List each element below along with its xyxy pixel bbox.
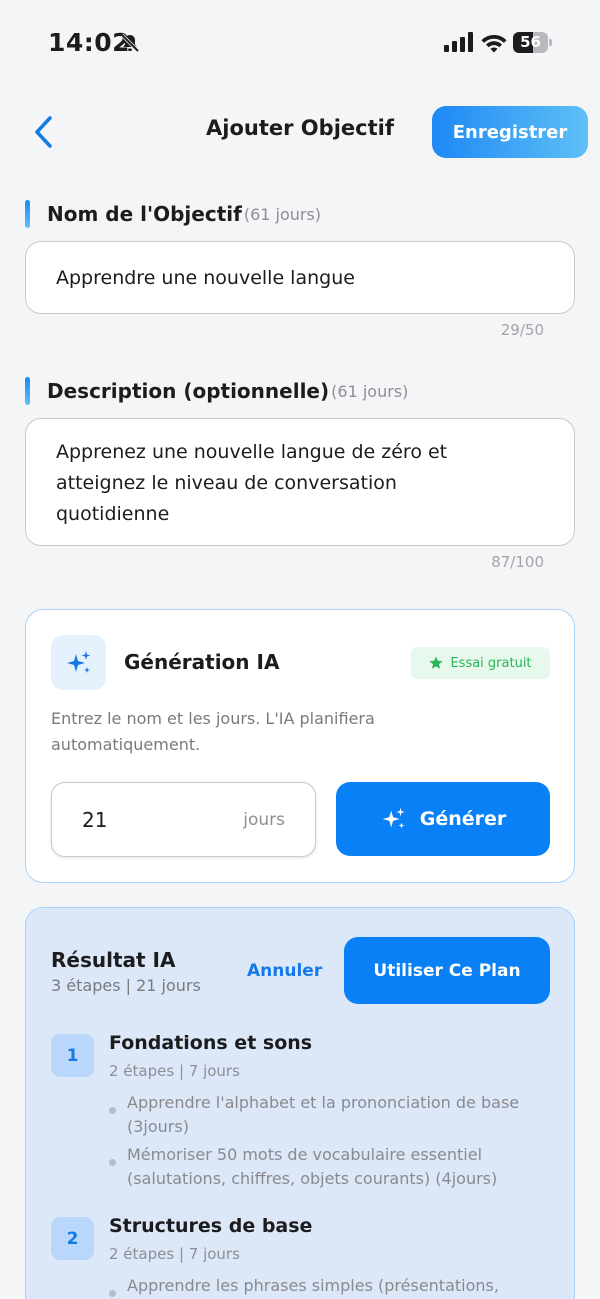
ai-result-summary: 3 étapes | 21 jours (51, 976, 201, 995)
description-label-sub: (61 jours) (331, 381, 409, 401)
ai-generation-description: Entrez le nom et les jours. L'IA planifi… (51, 709, 375, 754)
step-title: Fondations et sons (109, 1032, 313, 1054)
save-button[interactable]: Enregistrer (432, 106, 588, 158)
star-icon (429, 656, 443, 669)
add-goal-screen: 14:02 56 Ajouter Objectif Enregistrer No… (0, 0, 600, 1299)
generate-button[interactable]: Générer (336, 782, 550, 856)
section-accent-bar (25, 200, 30, 228)
step-task: Mémoriser 50 mots de vocabulaire essenti… (109, 1143, 539, 1191)
ai-icon-box (51, 635, 106, 690)
step-task: Apprendre les phrases simples (présentat… (109, 1274, 539, 1298)
wifi-icon (481, 35, 507, 53)
sparkles-icon (382, 807, 405, 829)
goal-name-counter: 29/50 (500, 321, 544, 339)
description-label-text: Description (optionnelle) (47, 379, 330, 403)
goal-name-label-text: Nom de l'Objectif (47, 202, 242, 226)
goal-name-label: Nom de l'Objectif (61 jours) (25, 200, 321, 228)
step-number: 2 (51, 1217, 94, 1260)
days-unit-label: jours (243, 810, 285, 830)
free-trial-badge-text: Essai gratuit (450, 655, 532, 671)
step-meta: 2 étapes | 7 jours (109, 1062, 240, 1080)
ai-generation-card: Génération IA Essai gratuit Entrez le no… (25, 609, 575, 883)
step-meta: 2 étapes | 7 jours (109, 1245, 240, 1263)
description-input[interactable]: Apprenez une nouvelle langue de zéro et … (25, 418, 575, 546)
status-time: 14:02 (48, 28, 131, 57)
description-counter: 87/100 (491, 553, 544, 571)
goal-name-label-sub: (61 jours) (243, 204, 322, 224)
page-title: Ajouter Objectif (206, 116, 394, 140)
signal-icon (444, 32, 473, 52)
days-input-value: 21 (82, 808, 108, 832)
step-number: 1 (51, 1034, 94, 1077)
sparkles-icon (66, 650, 90, 673)
goal-name-input[interactable]: Apprendre une nouvelle langue (25, 241, 575, 314)
bell-muted-icon (120, 33, 140, 53)
ai-result-card: Résultat IA 3 étapes | 21 jours Annuler … (25, 907, 575, 1299)
step-task: Apprendre l'alphabet et la prononciation… (109, 1091, 539, 1139)
section-accent-bar (25, 377, 30, 405)
battery-icon: 56 (513, 32, 553, 53)
generate-button-label: Générer (419, 808, 507, 830)
ai-generation-title: Génération IA (124, 650, 280, 674)
free-trial-badge: Essai gratuit (411, 647, 550, 679)
battery-level: 56 (520, 33, 541, 51)
status-bar: 14:02 56 (0, 0, 600, 88)
description-label: Description (optionnelle) (61 jours) (25, 377, 408, 405)
step-title: Structures de base (109, 1215, 313, 1237)
days-input[interactable]: 21 jours (51, 782, 316, 857)
back-chevron-icon[interactable] (28, 112, 60, 152)
use-plan-button[interactable]: Utiliser Ce Plan (344, 937, 550, 1004)
cancel-button[interactable]: Annuler (247, 961, 322, 981)
ai-result-title: Résultat IA (51, 948, 176, 972)
